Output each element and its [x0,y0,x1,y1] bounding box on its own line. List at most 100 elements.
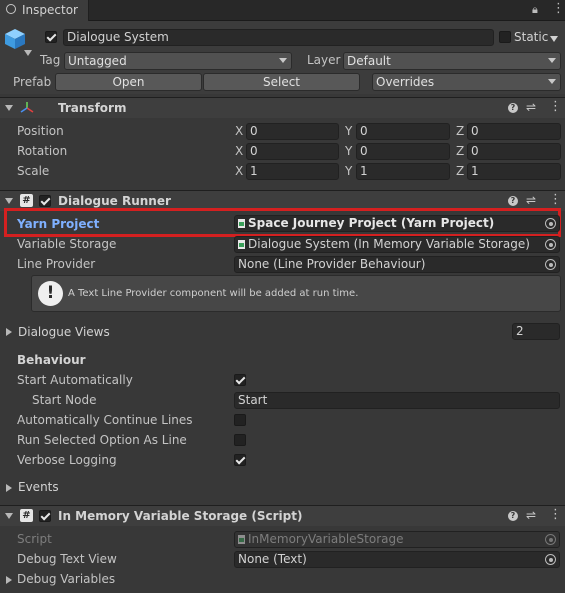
help-icon[interactable]: ? [508,103,518,113]
select-prefab-button[interactable]: Select [203,73,360,91]
lock-icon[interactable]: 🔒︎ [532,3,538,17]
line-provider-value: None (Line Provider Behaviour) [238,257,426,271]
cube-icon [5,29,25,49]
events-label[interactable]: Events [18,480,59,494]
auto-continue-checkbox[interactable] [234,414,246,426]
name-field[interactable]: Dialogue System [63,29,494,46]
position-y-axis-label[interactable]: Y [345,124,352,138]
overrides-value: Overrides [376,75,435,89]
transform-icon [20,102,34,113]
scale-y-field[interactable]: 1 [356,163,450,180]
scale-x-axis-label[interactable]: X [235,164,243,178]
transform-header[interactable]: Transform ? ⇌ ⋮ [0,97,565,118]
line-provider-field[interactable]: None (Line Provider Behaviour) [234,256,560,273]
debug-text-view-field[interactable]: None (Text) [234,551,560,568]
start-automatically-checkbox[interactable] [234,374,246,386]
static-checkbox[interactable] [499,31,511,43]
expand-icon[interactable] [6,576,12,584]
rotation-x-axis-label[interactable]: X [235,144,243,158]
variable-storage-label: Variable Storage [17,237,117,251]
variable-storage-field[interactable]: Dialogue System (In Memory Variable Stor… [234,236,560,253]
expand-icon[interactable] [6,328,12,336]
rotation-label: Rotation [17,144,68,158]
behaviour-heading: Behaviour [17,353,86,367]
rotation-x-field[interactable]: 0 [246,143,339,160]
layer-dropdown[interactable]: Default [343,52,561,70]
script-field: InMemoryVariableStorage [234,531,560,548]
icon-dropdown-icon[interactable] [24,50,32,56]
yarn-project-asset-icon [238,219,245,228]
info-text: A Text Line Provider component will be a… [68,288,359,299]
debug-variables-label[interactable]: Debug Variables [17,572,115,586]
presets-icon[interactable]: ⇌ [526,508,536,522]
presets-icon[interactable]: ⇌ [526,193,536,207]
tab-title: Inspector [22,3,78,17]
script-value: InMemoryVariableStorage [248,532,404,546]
rotation-y-axis-label[interactable]: Y [345,144,352,158]
tab-inspector[interactable]: Inspector [0,0,89,21]
rotation-z-field[interactable]: 0 [467,143,561,160]
help-icon[interactable]: ? [508,196,518,206]
yarn-project-field[interactable]: Space Journey Project (Yarn Project) [234,215,560,232]
scale-y-axis-label[interactable]: Y [345,164,352,178]
position-x-field[interactable]: 0 [246,123,339,140]
start-node-label: Start Node [32,393,97,407]
start-automatically-label: Start Automatically [17,373,133,387]
chevron-down-icon [279,58,287,63]
dialogue-runner-title: Dialogue Runner [58,194,171,208]
object-picker-icon[interactable] [545,239,556,250]
active-checkbox[interactable] [45,31,57,43]
debug-text-view-value: None (Text) [238,552,307,566]
object-picker-icon[interactable] [545,259,556,270]
help-icon[interactable]: ? [508,511,518,521]
scale-z-field[interactable]: 1 [467,163,561,180]
collapse-icon[interactable] [5,513,13,519]
more-options-icon[interactable]: ⋮ [549,99,562,114]
start-node-field[interactable]: Start [234,392,560,409]
position-y-field[interactable]: 0 [356,123,450,140]
variable-storage-title: In Memory Variable Storage (Script) [58,509,303,523]
collapse-icon[interactable] [5,198,13,204]
position-z-field[interactable]: 0 [467,123,561,140]
verbose-logging-label: Verbose Logging [17,453,117,467]
expand-icon[interactable] [6,484,12,492]
enabled-checkbox[interactable] [39,510,51,522]
open-prefab-button[interactable]: Open [55,73,202,91]
layer-label: Layer [307,53,341,67]
script-icon: # [20,509,33,522]
dialogue-views-label[interactable]: Dialogue Views [18,325,110,339]
enabled-checkbox[interactable] [39,195,51,207]
script-icon: # [20,194,33,207]
position-label: Position [17,124,64,138]
run-selected-option-checkbox[interactable] [234,434,246,446]
gameobject-header: Dialogue System Static Tag Untagged Laye… [0,21,565,94]
variable-storage-header[interactable]: # In Memory Variable Storage (Script) ? … [0,505,565,526]
rotation-z-axis-label[interactable]: Z [456,144,464,158]
chevron-down-icon [548,79,556,84]
object-picker-icon[interactable] [545,554,556,565]
rotation-y-field[interactable]: 0 [356,143,450,160]
position-x-axis-label[interactable]: X [235,124,243,138]
object-picker-icon [545,534,556,545]
dialogue-views-count[interactable]: 2 [512,323,560,340]
layer-value: Default [347,54,391,68]
variable-storage-value: Dialogue System (In Memory Variable Stor… [248,237,530,251]
position-z-axis-label[interactable]: Z [456,124,464,138]
presets-icon[interactable]: ⇌ [526,100,536,114]
scale-x-field[interactable]: 1 [246,163,339,180]
scale-z-axis-label[interactable]: Z [456,164,464,178]
yarn-project-value: Space Journey Project (Yarn Project) [248,216,495,230]
yarn-project-label: Yarn Project [17,217,100,231]
static-dropdown-icon[interactable] [550,36,558,42]
script-asset-icon [238,535,245,544]
more-options-icon[interactable]: ⋮ [552,1,565,16]
verbose-logging-checkbox[interactable] [234,454,246,466]
scale-label: Scale [17,164,50,178]
static-label: Static [514,30,549,44]
more-options-icon[interactable]: ⋮ [549,507,562,522]
collapse-icon[interactable] [5,105,13,111]
overrides-dropdown[interactable]: Overrides [372,73,561,91]
tag-dropdown[interactable]: Untagged [64,52,292,70]
object-picker-icon[interactable] [545,218,556,229]
more-options-icon[interactable]: ⋮ [549,192,562,207]
